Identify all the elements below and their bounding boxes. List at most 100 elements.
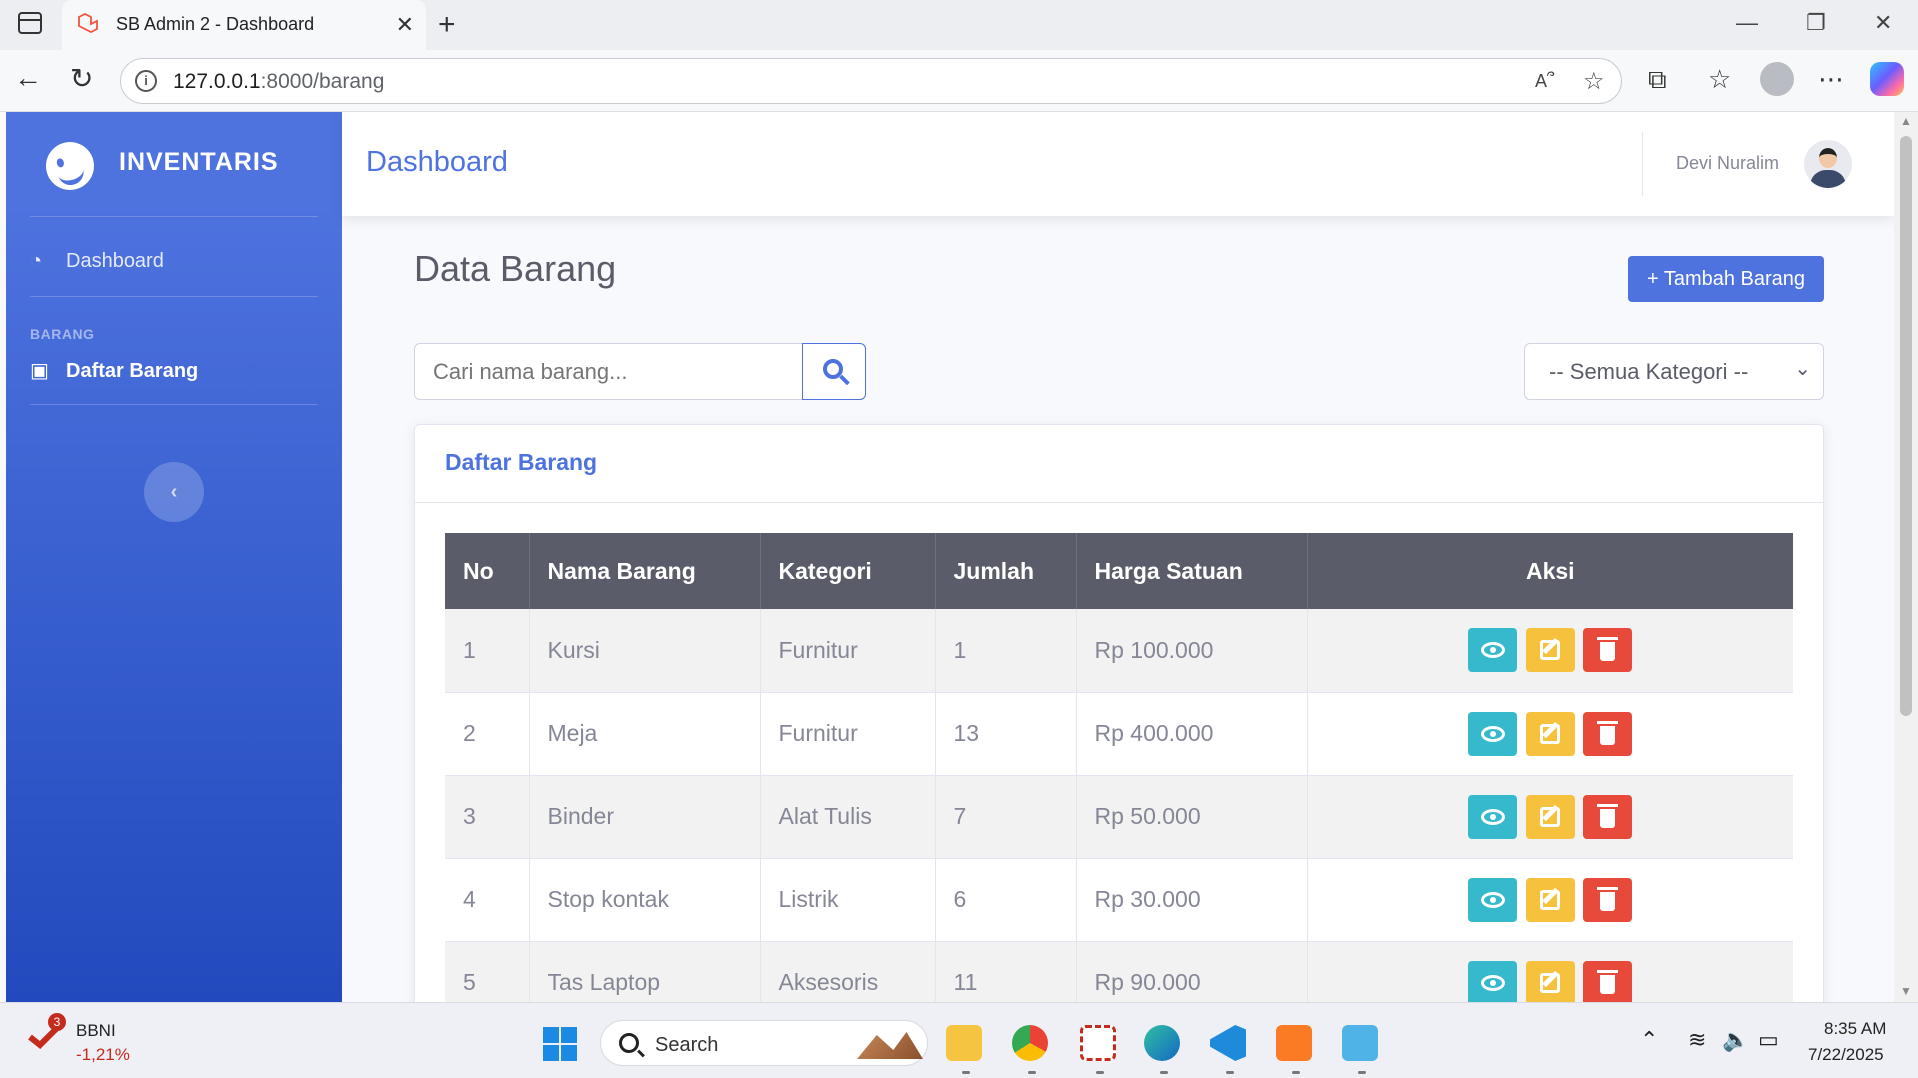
- sidebar-item-daftar-barang[interactable]: ▣ Daftar Barang: [30, 358, 198, 383]
- category-select[interactable]: -- Semua Kategori -- ⌄: [1524, 343, 1824, 400]
- topbar-title: Dashboard: [366, 146, 508, 178]
- delete-button[interactable]: [1583, 960, 1633, 1002]
- volume-icon[interactable]: 🔈: [1722, 1027, 1749, 1053]
- site-info-icon[interactable]: i: [135, 70, 157, 92]
- new-tab-icon[interactable]: +: [438, 8, 456, 42]
- clock-date[interactable]: 7/22/2025: [1808, 1045, 1884, 1065]
- windows-start-icon[interactable]: [543, 1027, 577, 1061]
- edit-button[interactable]: [1525, 628, 1575, 673]
- sidebar-toggle-button[interactable]: ‹: [144, 462, 204, 522]
- scroll-up-icon[interactable]: ▲: [1900, 114, 1912, 128]
- view-button[interactable]: [1468, 960, 1518, 1002]
- page-scrollbar[interactable]: ▲ ▼: [1894, 112, 1918, 1002]
- favorite-star-icon[interactable]: ☆: [1583, 67, 1605, 96]
- restore-icon[interactable]: ❐: [1806, 10, 1826, 36]
- running-indicator: [1096, 1071, 1104, 1074]
- cell-nama: Stop kontak: [529, 858, 761, 942]
- cell-jumlah: 6: [935, 858, 1077, 942]
- edit-button[interactable]: [1525, 794, 1575, 839]
- snipping-tool-icon[interactable]: [1080, 1025, 1116, 1061]
- table-header-row: No Nama Barang Kategori Jumlah Harga Sat…: [445, 533, 1793, 609]
- edit-button[interactable]: [1525, 960, 1575, 1002]
- laugh-wink-icon: [40, 136, 100, 196]
- table-row: 5 Tas Laptop Aksesoris 11 Rp 90.000: [445, 941, 1793, 1002]
- profile-avatar[interactable]: [1760, 62, 1794, 96]
- file-explorer-icon[interactable]: [946, 1025, 982, 1061]
- view-button[interactable]: [1468, 794, 1518, 839]
- delete-button[interactable]: [1583, 711, 1633, 756]
- view-button[interactable]: [1468, 877, 1518, 922]
- eye-icon: [1481, 808, 1506, 825]
- taskbar: 3 BBNI -1,21% Search ⌃ ≋ 🔈 ▭ 8:35 AM 7/2…: [0, 1002, 1918, 1078]
- view-button[interactable]: [1468, 628, 1518, 673]
- back-icon[interactable]: ←: [14, 62, 42, 94]
- minimize-icon[interactable]: —: [1736, 10, 1758, 36]
- taskbar-search-label: Search: [655, 1034, 719, 1056]
- chevron-down-icon: ⌄: [1794, 358, 1811, 380]
- column-header[interactable]: Nama Barang: [529, 533, 761, 609]
- clock-time[interactable]: 8:35 AM: [1824, 1019, 1886, 1039]
- trash-icon: [1597, 720, 1619, 745]
- address-bar[interactable]: i 127.0.0.1:8000/barang A՞ ☆: [120, 58, 1622, 104]
- card-header: Daftar Barang: [415, 425, 1823, 503]
- refresh-icon[interactable]: ↻: [70, 62, 93, 95]
- cell-kategori: Aksesoris: [760, 941, 936, 1002]
- cell-harga: Rp 100.000: [1076, 609, 1308, 693]
- taskbar-search[interactable]: Search: [600, 1020, 928, 1066]
- copilot-icon[interactable]: [1870, 62, 1904, 96]
- chrome-icon[interactable]: [1012, 1025, 1048, 1061]
- user-avatar[interactable]: [1804, 140, 1852, 188]
- extensions-icon[interactable]: ⧉: [1648, 64, 1667, 96]
- search-input[interactable]: [414, 343, 803, 400]
- browser-sidebar-icon[interactable]: [18, 12, 42, 34]
- window-close-icon[interactable]: ✕: [1874, 10, 1892, 36]
- wifi-icon[interactable]: ≋: [1688, 1027, 1706, 1053]
- stock-name[interactable]: BBNI: [76, 1021, 116, 1041]
- column-header[interactable]: Harga Satuan: [1076, 533, 1308, 609]
- view-button[interactable]: [1468, 711, 1518, 756]
- cell-nama: Kursi: [529, 609, 761, 693]
- xampp-icon[interactable]: [1276, 1025, 1312, 1061]
- column-header[interactable]: Jumlah: [935, 533, 1077, 609]
- delete-button[interactable]: [1583, 794, 1633, 839]
- cell-actions: [1307, 692, 1793, 776]
- add-item-button[interactable]: + Tambah Barang: [1628, 256, 1824, 302]
- cell-nama: Binder: [529, 775, 761, 859]
- cell-kategori: Alat Tulis: [760, 775, 936, 859]
- search-button[interactable]: [802, 343, 866, 400]
- category-select-value: -- Semua Kategori --: [1549, 359, 1749, 384]
- edge-icon[interactable]: [1144, 1025, 1180, 1061]
- edit-button[interactable]: [1525, 877, 1575, 922]
- eye-icon: [1481, 974, 1506, 991]
- vscode-icon[interactable]: [1210, 1025, 1246, 1061]
- favorites-icon[interactable]: ☆: [1708, 64, 1731, 95]
- edit-button[interactable]: [1525, 711, 1575, 756]
- notepad-icon[interactable]: [1342, 1025, 1378, 1061]
- chevron-up-icon[interactable]: ⌃: [1640, 1027, 1658, 1053]
- search-icon: [619, 1033, 639, 1053]
- column-header[interactable]: No: [445, 533, 530, 609]
- card-title: Daftar Barang: [445, 449, 598, 475]
- user-name[interactable]: Devi Nuralim: [1676, 153, 1779, 174]
- battery-icon[interactable]: ▭: [1758, 1027, 1779, 1053]
- cell-kategori: Furnitur: [760, 609, 936, 693]
- topbar-divider: [1642, 132, 1643, 196]
- delete-button[interactable]: [1583, 628, 1633, 673]
- close-tab-icon[interactable]: ✕: [396, 12, 414, 38]
- scroll-thumb[interactable]: [1900, 136, 1912, 716]
- read-aloud-icon[interactable]: A՞: [1535, 71, 1554, 92]
- sidebar-heading: BARANG: [30, 326, 95, 342]
- cell-no: 2: [445, 692, 530, 776]
- search-highlight-image: [857, 1032, 923, 1059]
- trash-icon: [1597, 886, 1619, 911]
- brand[interactable]: INVENTARIS: [6, 112, 342, 216]
- sidebar-item-dashboard[interactable]: ◔ Dashboard: [30, 250, 164, 273]
- column-header[interactable]: Kategori: [760, 533, 936, 609]
- running-indicator: [1160, 1071, 1168, 1074]
- more-options-icon[interactable]: ⋯: [1818, 64, 1844, 95]
- browser-tab[interactable]: SB Admin 2 - Dashboard ✕: [62, 0, 426, 50]
- scroll-down-icon[interactable]: ▼: [1900, 984, 1912, 998]
- delete-button[interactable]: [1583, 877, 1633, 922]
- cell-no: 4: [445, 858, 530, 942]
- table-row: 1 Kursi Furnitur 1 Rp 100.000: [445, 609, 1793, 693]
